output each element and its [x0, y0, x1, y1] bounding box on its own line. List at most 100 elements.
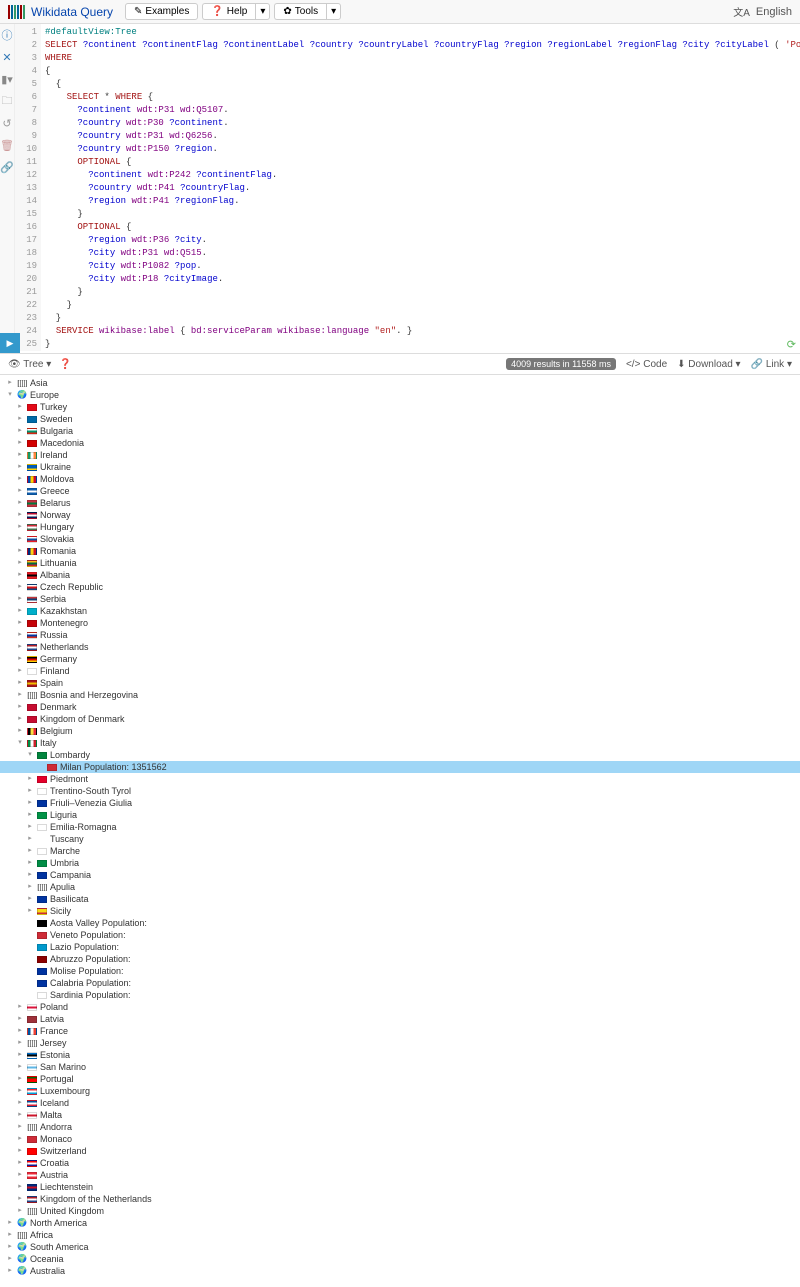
tree-item[interactable]: Italy: [0, 737, 800, 749]
collapse-icon[interactable]: [16, 473, 24, 485]
tree-item[interactable]: Macedonia: [0, 437, 800, 449]
tree-item[interactable]: Russia: [0, 629, 800, 641]
expand-icon[interactable]: [16, 737, 24, 749]
collapse-icon[interactable]: [16, 665, 24, 677]
collapse-icon[interactable]: [26, 881, 34, 893]
tree-item[interactable]: Bulgaria: [0, 425, 800, 437]
collapse-icon[interactable]: [6, 1217, 14, 1229]
collapse-icon[interactable]: [16, 1181, 24, 1193]
tree-item[interactable]: Montenegro: [0, 617, 800, 629]
collapse-icon[interactable]: [16, 1085, 24, 1097]
tree-item[interactable]: Monaco: [0, 1133, 800, 1145]
collapse-icon[interactable]: [6, 1265, 14, 1277]
collapse-icon[interactable]: [16, 533, 24, 545]
collapse-icon[interactable]: [16, 593, 24, 605]
folder-icon[interactable]: 🗀: [0, 94, 14, 108]
collapse-icon[interactable]: [16, 629, 24, 641]
tree-item[interactable]: Basilicata: [0, 893, 800, 905]
tree-item[interactable]: Poland: [0, 1001, 800, 1013]
collapse-icon[interactable]: [16, 449, 24, 461]
tree-item[interactable]: Estonia: [0, 1049, 800, 1061]
tree-item[interactable]: Slovakia: [0, 533, 800, 545]
permalink[interactable]: 🔗 Link ▾: [751, 359, 792, 370]
code-link[interactable]: </> Code: [626, 359, 667, 370]
collapse-icon[interactable]: [26, 809, 34, 821]
tree-item[interactable]: France: [0, 1025, 800, 1037]
tree-item[interactable]: Switzerland: [0, 1145, 800, 1157]
tree-item[interactable]: Lombardy: [0, 749, 800, 761]
language-selector[interactable]: English: [756, 6, 792, 18]
view-selector[interactable]: 👁 Tree ▾: [8, 359, 51, 370]
tree-item[interactable]: Bosnia and Herzegovina: [0, 689, 800, 701]
expand-icon[interactable]: [6, 389, 14, 401]
tree-item[interactable]: Kingdom of the Netherlands: [0, 1193, 800, 1205]
tree-item[interactable]: Milan Population: 1351562: [0, 761, 800, 773]
collapse-icon[interactable]: [26, 905, 34, 917]
trash-icon[interactable]: 🗑: [0, 138, 14, 152]
tree-item[interactable]: Albania: [0, 569, 800, 581]
collapse-icon[interactable]: [16, 1145, 24, 1157]
tree-item[interactable]: Africa: [0, 1229, 800, 1241]
tree-item[interactable]: Marche: [0, 845, 800, 857]
collapse-icon[interactable]: [26, 773, 34, 785]
collapse-icon[interactable]: [16, 1157, 24, 1169]
tree-item[interactable]: 🌍Oceania: [0, 1253, 800, 1265]
tree-item[interactable]: Asia: [0, 377, 800, 389]
tree-item[interactable]: 🌍North America: [0, 1217, 800, 1229]
tree-item[interactable]: Veneto Population:: [0, 929, 800, 941]
examples-button[interactable]: ✎ Examples: [125, 3, 198, 20]
tree-item[interactable]: Sweden: [0, 413, 800, 425]
info-icon[interactable]: ⓘ: [0, 28, 14, 42]
collapse-icon[interactable]: [16, 425, 24, 437]
collapse-icon[interactable]: [6, 377, 14, 389]
collapse-icon[interactable]: [16, 509, 24, 521]
tree-item[interactable]: 🌍Australia: [0, 1265, 800, 1277]
tree-item[interactable]: Kingdom of Denmark: [0, 713, 800, 725]
collapse-icon[interactable]: [16, 1073, 24, 1085]
tree-item[interactable]: Moldova: [0, 473, 800, 485]
collapse-icon[interactable]: [16, 461, 24, 473]
tree-item[interactable]: United Kingdom: [0, 1205, 800, 1217]
tree-item[interactable]: Hungary: [0, 521, 800, 533]
collapse-icon[interactable]: [16, 1013, 24, 1025]
collapse-icon[interactable]: [16, 701, 24, 713]
collapse-icon[interactable]: [16, 1193, 24, 1205]
tree-item[interactable]: Serbia: [0, 593, 800, 605]
collapse-icon[interactable]: [16, 1133, 24, 1145]
collapse-icon[interactable]: [16, 569, 24, 581]
help-button[interactable]: ❓ Help: [202, 3, 255, 20]
download-link[interactable]: ⬇ Download ▾: [677, 359, 740, 370]
tree-item[interactable]: Norway: [0, 509, 800, 521]
collapse-icon[interactable]: [16, 1097, 24, 1109]
collapse-icon[interactable]: [26, 857, 34, 869]
tree-item[interactable]: Sicily: [0, 905, 800, 917]
history-icon[interactable]: ↺: [0, 116, 14, 130]
tree-item[interactable]: Portugal: [0, 1073, 800, 1085]
collapse-icon[interactable]: [16, 1061, 24, 1073]
tree-item[interactable]: Apulia: [0, 881, 800, 893]
collapse-icon[interactable]: [16, 581, 24, 593]
tree-item[interactable]: Kazakhstan: [0, 605, 800, 617]
tree-item[interactable]: Aosta Valley Population:: [0, 917, 800, 929]
tree-item[interactable]: Belarus: [0, 497, 800, 509]
collapse-icon[interactable]: [6, 1241, 14, 1253]
tools-dropdown[interactable]: ▾: [326, 3, 341, 20]
tree-item[interactable]: Lazio Population:: [0, 941, 800, 953]
expand-icon[interactable]: [26, 749, 34, 761]
tree-item[interactable]: Calabria Population:: [0, 977, 800, 989]
collapse-icon[interactable]: [16, 521, 24, 533]
tree-item[interactable]: Abruzzo Population:: [0, 953, 800, 965]
collapse-icon[interactable]: [26, 821, 34, 833]
collapse-icon[interactable]: [16, 401, 24, 413]
tree-item[interactable]: Netherlands: [0, 641, 800, 653]
tree-item[interactable]: Romania: [0, 545, 800, 557]
tree-item[interactable]: Liechtenstein: [0, 1181, 800, 1193]
collapse-icon[interactable]: [6, 1253, 14, 1265]
tree-item[interactable]: Croatia: [0, 1157, 800, 1169]
collapse-icon[interactable]: [16, 485, 24, 497]
help-dropdown[interactable]: ▾: [255, 3, 270, 20]
collapse-icon[interactable]: [16, 689, 24, 701]
tree-item[interactable]: Greece: [0, 485, 800, 497]
tree-item[interactable]: Friuli–Venezia Giulia: [0, 797, 800, 809]
collapse-icon[interactable]: [16, 677, 24, 689]
